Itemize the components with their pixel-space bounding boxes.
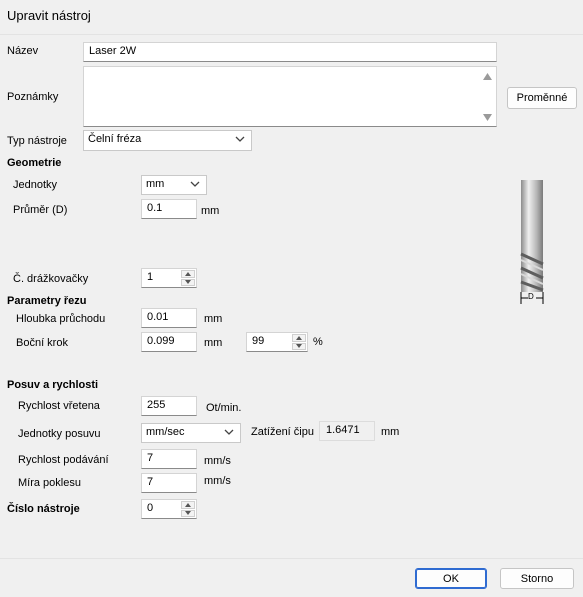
dialog-footer — [0, 558, 583, 597]
depth-label: Hloubka průchodu — [16, 313, 106, 325]
geometry-heading: Geometrie — [7, 157, 62, 169]
plunge-label: Míra poklesu — [18, 477, 81, 489]
feeds-heading: Posuv a rychlosti — [7, 379, 99, 391]
spindle-unit: Ot/min. — [206, 402, 242, 414]
feed-units-value: mm/sec — [146, 426, 185, 438]
stepover-percent-value: 99 — [252, 335, 265, 347]
scroll-down-icon[interactable] — [483, 114, 492, 121]
diameter-dimension-label: D — [528, 292, 534, 301]
chip-load-label: Zatížení čipu — [251, 426, 314, 438]
stepover-percent-input[interactable]: 99 — [246, 332, 308, 352]
notes-label: Poznámky — [7, 91, 59, 103]
flutes-spinner[interactable] — [181, 270, 195, 286]
flutes-label: Č. drážkovačky — [13, 273, 89, 285]
end-mill-icon: D — [518, 178, 548, 310]
spindle-input[interactable]: 255 — [141, 396, 197, 416]
tool-type-value: Čelní fréza — [88, 133, 142, 145]
tool-number-input[interactable]: 0 — [141, 499, 197, 519]
diameter-label: Průměr (D) — [13, 204, 68, 216]
tool-number-label: Číslo nástroje — [7, 503, 80, 515]
flutes-input[interactable]: 1 — [141, 268, 197, 288]
cut-params-heading: Parametry řezu — [7, 295, 87, 307]
spin-down-icon[interactable] — [292, 342, 306, 350]
units-select[interactable]: mm — [141, 175, 207, 195]
chevron-down-icon — [190, 181, 200, 187]
plunge-input[interactable]: 7 — [141, 473, 197, 493]
tool-number-value: 0 — [147, 502, 154, 514]
spin-down-icon[interactable] — [181, 509, 195, 517]
chip-load-unit: mm — [381, 426, 400, 438]
stepover-input[interactable]: 0.099 — [141, 332, 197, 352]
spin-down-icon[interactable] — [181, 278, 195, 286]
stepover-label: Boční krok — [16, 337, 68, 349]
dialog-title: Upravit nástroj — [7, 8, 91, 23]
chip-load-value: 1.6471 — [319, 421, 375, 441]
flutes-value: 1 — [147, 271, 154, 283]
feed-rate-label: Rychlost podávání — [18, 454, 109, 466]
spindle-label: Rychlost vřetena — [18, 400, 100, 412]
tool-number-spinner[interactable] — [181, 501, 195, 517]
feed-units-select[interactable]: mm/sec — [141, 423, 241, 443]
plunge-unit: mm/s — [204, 475, 231, 487]
ok-button[interactable]: OK — [415, 568, 487, 589]
title-divider — [0, 34, 583, 35]
tool-type-label: Typ nástroje — [7, 135, 67, 147]
tool-type-select[interactable]: Čelní fréza — [83, 130, 252, 151]
diameter-input[interactable]: 0.1 — [141, 199, 197, 219]
chevron-down-icon — [224, 429, 234, 435]
depth-unit: mm — [204, 313, 223, 325]
feed-rate-unit: mm/s — [204, 455, 231, 467]
feed-units-label: Jednotky posuvu — [18, 428, 101, 440]
feed-rate-input[interactable]: 7 — [141, 449, 197, 469]
units-value: mm — [146, 178, 165, 190]
units-label: Jednotky — [13, 179, 58, 191]
chevron-down-icon — [235, 136, 245, 142]
name-label: Název — [7, 45, 39, 57]
diameter-unit: mm — [201, 205, 220, 217]
name-input[interactable]: Laser 2W — [83, 42, 497, 62]
variables-button[interactable]: Proměnné — [507, 87, 577, 109]
depth-input[interactable]: 0.01 — [141, 308, 197, 328]
spin-up-icon[interactable] — [181, 270, 195, 278]
notes-scrollbar[interactable] — [479, 67, 496, 126]
stepover-unit: mm — [204, 337, 223, 349]
notes-textarea[interactable] — [83, 66, 497, 127]
spin-up-icon[interactable] — [181, 501, 195, 509]
scroll-up-icon[interactable] — [483, 73, 492, 80]
percent-unit: % — [313, 336, 323, 348]
cancel-button[interactable]: Storno — [500, 568, 574, 589]
stepover-percent-spinner[interactable] — [292, 334, 306, 350]
spin-up-icon[interactable] — [292, 334, 306, 342]
